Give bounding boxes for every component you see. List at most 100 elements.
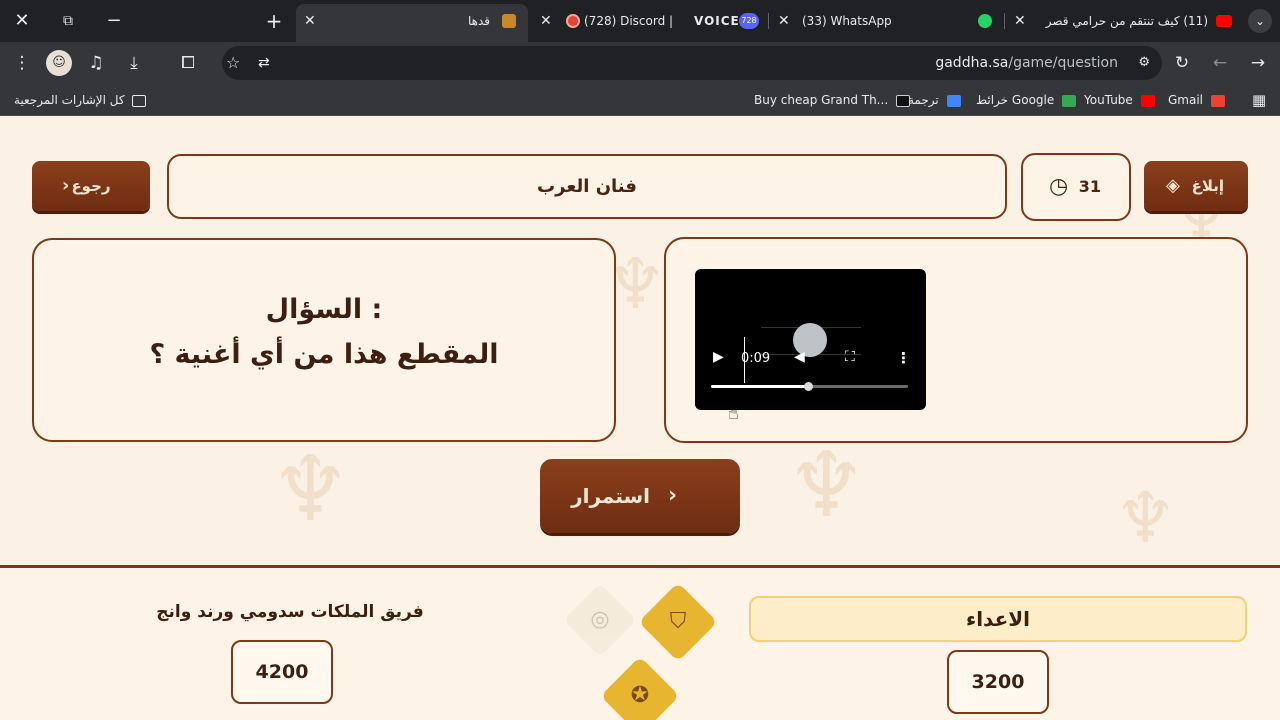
bookmark-maps[interactable]: خرائط Google bbox=[976, 84, 1080, 116]
tab-title: قدها bbox=[467, 14, 490, 28]
report-button[interactable]: إبلاغ ◈ bbox=[1144, 161, 1248, 211]
report-button-label: إبلاغ bbox=[1191, 177, 1224, 195]
menu-icon[interactable]: ⋮ bbox=[10, 51, 34, 75]
profile-avatar-icon[interactable]: ☺ bbox=[46, 50, 72, 76]
forward-arrow-icon[interactable]: → bbox=[1246, 51, 1270, 75]
reload-icon[interactable]: ↻ bbox=[1170, 51, 1194, 75]
tab-search-icon[interactable]: ⌄ bbox=[1248, 9, 1272, 33]
progress-track[interactable] bbox=[711, 382, 908, 391]
minimize-window-icon[interactable]: − bbox=[102, 9, 126, 33]
tab-whatsapp[interactable]: ✕ (33) WhatsApp bbox=[778, 6, 1000, 36]
youtube-icon bbox=[1140, 94, 1155, 107]
tab-voice[interactable]: VOICE 728 bbox=[694, 6, 764, 36]
bookmark-label: YouTube bbox=[1084, 93, 1133, 107]
chevron-right-icon: › bbox=[62, 175, 70, 196]
clock-icon: ◷ bbox=[1049, 174, 1069, 199]
back-arrow-icon[interactable]: ← bbox=[1208, 51, 1232, 75]
gaddha-favicon-icon bbox=[502, 14, 516, 28]
new-tab-icon[interactable]: + bbox=[262, 9, 286, 33]
progress-fill bbox=[711, 385, 808, 388]
left-team-name: فريق الملكات سدومي ورند وانج bbox=[156, 602, 424, 622]
helper-diamond[interactable]: ⛉ bbox=[638, 582, 718, 662]
left-team-score: 4200 bbox=[231, 640, 333, 704]
chevron-right-icon: › bbox=[668, 483, 678, 508]
game-page: ♆ ♆ ♆ ♆ ♆ رجوع › فنان العرب 31 ◷ إبلاغ ◈… bbox=[0, 117, 1280, 720]
close-tab-icon[interactable]: ✕ bbox=[540, 6, 556, 36]
all-bookmarks[interactable]: كل الإشارات المرجعية bbox=[14, 84, 150, 116]
download-icon[interactable]: ⤓ bbox=[122, 51, 146, 75]
tab-separator bbox=[1004, 13, 1005, 29]
tab-separator bbox=[768, 13, 769, 29]
continue-button-label: استمرار bbox=[571, 484, 650, 508]
layers-icon: ◈ bbox=[1166, 175, 1180, 196]
translate-icon bbox=[946, 94, 961, 107]
helper-diamond[interactable]: ✪ bbox=[600, 656, 680, 720]
timer-display: 31 ◷ bbox=[1021, 153, 1131, 221]
bookmark-translate[interactable]: ترجمة bbox=[908, 84, 965, 116]
question-text: المقطع هذا من أي أغنية ؟ bbox=[149, 339, 499, 370]
more-options-icon[interactable]: ⋮ bbox=[896, 349, 911, 367]
audio-player[interactable]: ▶ 0:09 ◀ ⛶ ⋮ bbox=[695, 269, 926, 410]
folder-icon bbox=[132, 94, 147, 107]
address-bar[interactable]: ☆ ⇄ gaddha.sa/game/question ⚙ bbox=[222, 46, 1162, 80]
bookmark-label: Buy cheap Grand Th... bbox=[754, 93, 889, 107]
bookmark-gg[interactable]: Buy cheap Grand Th... bbox=[754, 84, 914, 116]
scoreboard: فريق الملكات سدومي ورند وانج 4200 الاعدا… bbox=[0, 568, 1280, 720]
bookmark-label: خرائط Google bbox=[976, 93, 1055, 107]
tab-badge: 728 bbox=[739, 13, 759, 29]
progress-handle[interactable] bbox=[803, 382, 813, 391]
category-title: فنان العرب bbox=[167, 154, 1007, 219]
apps-grid-icon[interactable]: ▦ bbox=[1252, 84, 1266, 116]
timer-value: 31 bbox=[1078, 177, 1101, 196]
tab-gaddha[interactable]: ✕ قدها bbox=[296, 4, 528, 42]
play-icon[interactable]: ▶ bbox=[713, 349, 724, 365]
media-control-icon[interactable]: ♫ bbox=[84, 51, 108, 75]
tab-title: (728) Discord | bbox=[584, 14, 674, 28]
coins-icon: ◎ bbox=[590, 607, 610, 632]
volume-icon[interactable]: ◀ bbox=[794, 349, 805, 365]
restore-window-icon[interactable]: ⧉ bbox=[56, 9, 80, 33]
palm-decoration-icon: ♆ bbox=[1114, 477, 1177, 559]
tab-title: (33) WhatsApp bbox=[802, 14, 892, 28]
category-label: فنان العرب bbox=[537, 176, 637, 197]
translate-page-icon[interactable]: ⇄ bbox=[258, 46, 270, 80]
helper-diamond-disabled[interactable]: ◎ bbox=[563, 583, 637, 657]
continue-button[interactable]: استمرار › bbox=[540, 459, 740, 533]
palm-decoration-icon: ♆ bbox=[786, 433, 867, 538]
playback-time: 0:09 bbox=[741, 351, 771, 366]
close-tab-icon[interactable]: ✕ bbox=[304, 4, 320, 38]
maps-icon bbox=[1062, 94, 1077, 107]
tab-discord[interactable]: ✕ (728) Discord | bbox=[540, 6, 686, 36]
bookmarks-bar: كل الإشارات المرجعية Buy cheap Grand Th.… bbox=[0, 84, 1280, 116]
question-heading: السؤال : bbox=[265, 294, 383, 325]
back-button[interactable]: رجوع › bbox=[32, 161, 150, 211]
tab-title: (11) كيف تنتقم من حرامي قصر بأ bbox=[1042, 14, 1208, 28]
gmail-icon bbox=[1210, 94, 1225, 107]
recording-icon bbox=[566, 14, 580, 28]
close-window-icon[interactable]: ✕ bbox=[10, 9, 34, 33]
bookmark-label: ترجمة bbox=[908, 93, 939, 107]
bookmark-label: Gmail bbox=[1168, 93, 1204, 107]
tab-bar: ✕ ⧉ − + ✕ قدها ✕ (728) Discord | VOICE 7… bbox=[0, 0, 1280, 42]
all-bookmarks-label: كل الإشارات المرجعية bbox=[14, 93, 125, 107]
url-text[interactable]: gaddha.sa/game/question bbox=[935, 46, 1118, 80]
bookmark-gmail[interactable]: Gmail bbox=[1168, 84, 1229, 116]
whatsapp-icon bbox=[978, 14, 992, 28]
fullscreen-icon[interactable]: ⛶ bbox=[845, 349, 855, 365]
palm-decoration-icon: ♆ bbox=[270, 437, 351, 542]
mouse-pointer-icon: ☝ bbox=[728, 403, 739, 424]
right-team-score: 3200 bbox=[947, 650, 1049, 714]
question-text-block: السؤال : المقطع هذا من أي أغنية ؟ bbox=[32, 238, 616, 442]
back-button-label: رجوع bbox=[71, 177, 111, 195]
close-tab-icon[interactable]: ✕ bbox=[778, 6, 794, 36]
bookmark-youtube[interactable]: YouTube bbox=[1084, 84, 1159, 116]
tab-youtube[interactable]: ✕ (11) كيف تنتقم من حرامي قصر بأ bbox=[1014, 6, 1236, 36]
trophy-icon: ✪ bbox=[630, 683, 650, 708]
bookmark-star-icon[interactable]: ☆ bbox=[226, 46, 240, 80]
shield-check-icon: ⛉ bbox=[669, 609, 687, 634]
extensions-icon[interactable]: ⧠ bbox=[176, 51, 200, 75]
right-team-name: الاعداء bbox=[965, 607, 1031, 631]
close-tab-icon[interactable]: ✕ bbox=[1014, 6, 1030, 36]
site-settings-icon[interactable]: ⚙ bbox=[1138, 46, 1150, 80]
right-team-name-box: الاعداء bbox=[749, 596, 1247, 642]
